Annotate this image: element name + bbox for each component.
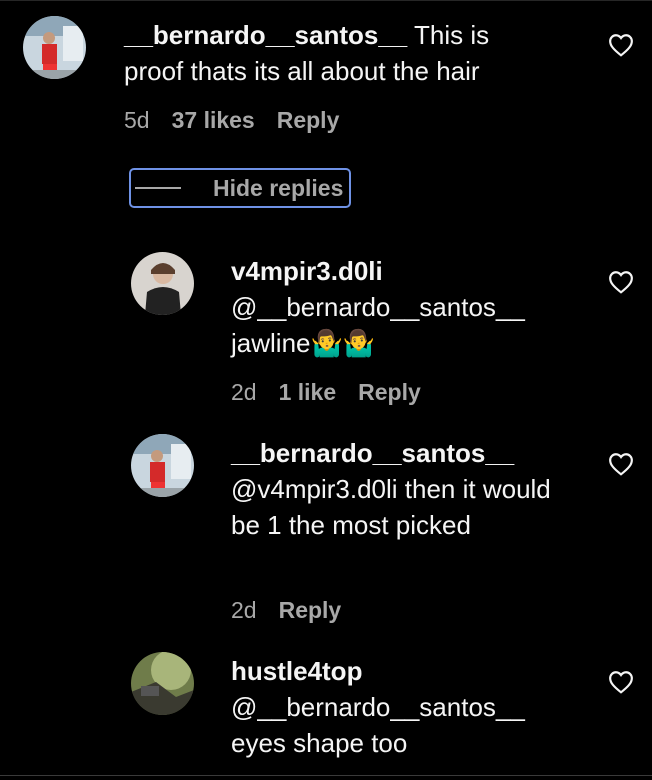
likes-count[interactable]: 1 like [279, 379, 337, 405]
timestamp: 2d [231, 379, 257, 405]
hide-replies-label: Hide replies [213, 174, 344, 201]
comment-body: @v4mpir3.d0li then it would be 1 the mos… [231, 474, 551, 540]
heart-outline-icon[interactable] [608, 270, 634, 294]
reply-button[interactable]: Reply [277, 107, 340, 133]
timestamp: 2d [231, 597, 257, 623]
bottom-divider [0, 775, 652, 776]
hide-replies-button[interactable]: Hide replies [129, 168, 351, 208]
username-link[interactable]: __bernardo__santos__ [124, 20, 407, 50]
comment-meta: 2d 1 like Reply [231, 377, 443, 407]
heart-outline-icon[interactable] [608, 670, 634, 694]
avatar[interactable] [131, 652, 194, 715]
comment-text: __bernardo__santos__ This is proof thats… [124, 17, 554, 89]
divider-line [135, 187, 181, 189]
comment-text: __bernardo__santos__ @v4mpir3.d0li then … [231, 435, 561, 543]
reply-button[interactable]: Reply [279, 597, 342, 623]
username-link[interactable]: hustle4top [231, 653, 571, 689]
comment-text: v4mpir3.d0li @__bernardo__santos__ jawli… [231, 253, 571, 361]
top-divider [0, 0, 652, 1]
likes-count[interactable]: 37 likes [172, 107, 255, 133]
avatar[interactable] [131, 252, 194, 315]
comment-meta: 5d 37 likes Reply [124, 105, 361, 135]
username-link[interactable]: v4mpir3.d0li [231, 253, 571, 289]
comment-text: hustle4top @__bernardo__santos__ eyes sh… [231, 653, 571, 761]
heart-outline-icon[interactable] [608, 452, 634, 476]
username-link[interactable]: __bernardo__santos__ [231, 435, 561, 471]
timestamp: 5d [124, 107, 150, 133]
comment-meta: 2d Reply [231, 595, 363, 625]
avatar[interactable] [131, 434, 194, 497]
heart-outline-icon[interactable] [608, 33, 634, 57]
comment-body: @__bernardo__santos__ eyes shape too [231, 692, 525, 758]
avatar[interactable] [23, 16, 86, 79]
reply-button[interactable]: Reply [358, 379, 421, 405]
comment-body: @__bernardo__santos__ jawline🤷‍♂️🤷‍♂️ [231, 292, 525, 358]
